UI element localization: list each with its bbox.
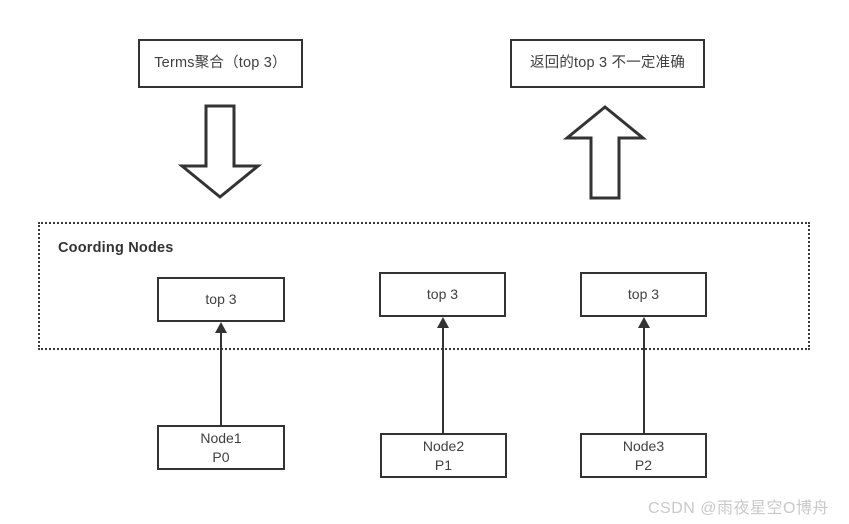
- node-box-node3-label: Node3 P2: [622, 437, 665, 473]
- node-box-node1: Node1 P0: [157, 425, 285, 470]
- node-box-node1-label: Node1 P0: [200, 429, 242, 465]
- connector-node1-arrowhead-icon: [215, 322, 227, 333]
- top3-box-3: top 3: [580, 272, 707, 317]
- top3-box-1: top 3: [157, 277, 285, 322]
- caption-left-label: Terms聚合（top 3）: [154, 54, 287, 71]
- connector-node2-to-top3: [442, 328, 444, 433]
- top3-box-1-label: top 3: [205, 291, 237, 308]
- block-arrow-down-icon: [177, 104, 263, 205]
- caption-box-return-note: 返回的top 3 不一定准确: [510, 39, 705, 88]
- coording-nodes-label: Coording Nodes: [58, 240, 174, 256]
- node-box-node2-label: Node2 P1: [422, 437, 465, 473]
- connector-node2-arrowhead-icon: [437, 317, 449, 328]
- block-arrow-up-icon: [562, 104, 648, 205]
- top3-box-3-label: top 3: [627, 286, 660, 303]
- connector-node1-to-top3: [220, 333, 222, 425]
- top3-box-2: top 3: [379, 272, 506, 317]
- caption-box-terms-aggregation: Terms聚合（top 3）: [138, 39, 303, 88]
- csdn-watermark: CSDN @雨夜星空O博舟: [648, 500, 829, 517]
- connector-node3-to-top3: [643, 328, 645, 433]
- top3-box-2-label: top 3: [426, 286, 459, 303]
- node-box-node3: Node3 P2: [580, 433, 707, 478]
- node-box-node2: Node2 P1: [380, 433, 507, 478]
- connector-node3-arrowhead-icon: [638, 317, 650, 328]
- caption-right-label: 返回的top 3 不一定准确: [529, 54, 686, 71]
- diagram-canvas: Terms聚合（top 3） 返回的top 3 不一定准确 Coording N…: [0, 0, 849, 524]
